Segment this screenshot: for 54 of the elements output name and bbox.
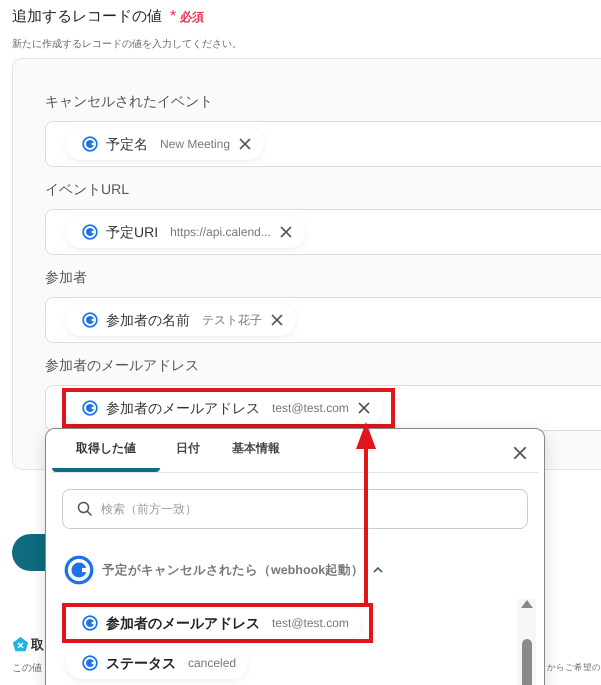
required-mark: * <box>170 7 176 27</box>
variable-name: 参加者のメールアドレス <box>106 398 260 418</box>
popup-tab[interactable]: 取得した値 <box>52 428 160 472</box>
input-field[interactable]: 予定名 New Meeting <box>45 121 601 167</box>
variable-name: 予定名 <box>106 134 148 154</box>
variable-value: canceled <box>188 655 236 672</box>
variable-value: テスト花子 <box>202 312 262 329</box>
input-field[interactable]: 参加者の名前 テスト花子 <box>45 297 601 343</box>
close-icon[interactable] <box>238 137 252 151</box>
c-logo-icon <box>82 224 98 240</box>
variable-chip[interactable]: 参加者の名前 テスト花子 <box>66 304 296 336</box>
section-description: 新たに作成するレコードの値を入力してください。 <box>11 38 243 52</box>
variable-name: 参加者のメールアドレス <box>106 614 260 632</box>
variable-value: https://api.calend... <box>170 224 271 241</box>
variable-value: test@test.com <box>272 400 349 417</box>
info-text: からご希望の <box>547 660 601 674</box>
field-label: 参加者のメールアドレス <box>45 356 200 375</box>
c-logo-icon <box>82 615 98 631</box>
close-icon[interactable] <box>278 225 293 239</box>
variable-chip[interactable]: 予定名 New Meeting <box>66 128 264 160</box>
section-header: 予定がキャンセルされたら（webhook起動） <box>102 562 364 579</box>
variable-name: 参加者の名前 <box>106 310 190 330</box>
input-field[interactable]: 予定URI https://api.calend... <box>45 209 601 255</box>
scroll-up-icon[interactable] <box>520 599 534 609</box>
popup-tab[interactable]: 日付 <box>160 428 216 472</box>
search-input[interactable]: 検索（前方一致） <box>101 500 513 518</box>
field-label: キャンセルされたイベント <box>45 92 214 111</box>
c-logo-icon <box>82 400 98 416</box>
popup-tab[interactable]: 基本情報 <box>216 428 296 472</box>
close-icon[interactable] <box>270 313 284 327</box>
search-icon <box>77 501 93 517</box>
c-logo-icon <box>82 136 98 152</box>
section-title: 追加するレコードの値 <box>12 6 162 27</box>
search-field[interactable]: 検索（前方一致） <box>62 489 528 529</box>
required-label: 必須 <box>180 9 204 26</box>
pentagon-logo-icon <box>12 636 29 654</box>
c-logo-icon <box>64 555 94 585</box>
variable-name: 予定URI <box>106 222 158 242</box>
variable-name: ステータス <box>106 654 176 672</box>
variable-chip[interactable]: 参加者のメールアドレス test@test.com <box>66 392 383 424</box>
variable-chip[interactable]: ステータス canceled <box>66 647 248 679</box>
close-icon[interactable] <box>512 445 528 461</box>
variable-value: New Meeting <box>160 136 230 153</box>
close-icon[interactable] <box>356 401 371 415</box>
variable-chip[interactable]: 予定URI https://api.calend... <box>66 216 305 248</box>
field-label: イベントURL <box>45 180 130 199</box>
input-field[interactable]: 参加者のメールアドレス test@test.com <box>45 385 601 431</box>
variable-chip[interactable]: 参加者のメールアドレス test@test.com <box>66 607 361 639</box>
c-logo-icon <box>82 312 98 328</box>
info-text: この値 <box>12 662 42 676</box>
field-label: 参加者 <box>45 268 88 287</box>
c-logo-icon <box>82 655 98 671</box>
info-heading: 取 <box>31 636 44 654</box>
variable-value: test@test.com <box>272 615 349 632</box>
